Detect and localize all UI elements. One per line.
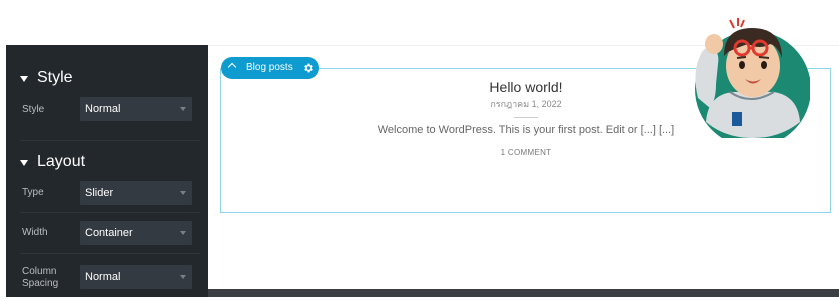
divider	[20, 140, 200, 141]
type-row: Type Slider	[6, 180, 208, 220]
spacing-row: Column Spacing Normal	[6, 260, 208, 300]
footer-bar	[208, 289, 839, 297]
width-row: Width Container	[6, 220, 208, 260]
type-select[interactable]: Slider	[80, 181, 192, 205]
post-divider	[514, 117, 538, 118]
caret-down-icon	[20, 75, 28, 82]
chevron-up-icon[interactable]	[227, 62, 237, 72]
style-row: Style Normal	[6, 96, 208, 136]
divider	[20, 253, 200, 254]
dropdown-arrow-icon	[180, 231, 186, 235]
dropdown-arrow-icon	[180, 275, 186, 279]
width-select-value: Container	[85, 227, 133, 239]
style-section-header[interactable]: Style	[20, 69, 73, 87]
column-spacing-select[interactable]: Normal	[80, 265, 192, 289]
post-excerpt: Welcome to WordPress. This is your first…	[377, 124, 675, 136]
width-select[interactable]: Container	[80, 221, 192, 245]
blog-posts-tag-label: Blog posts	[246, 62, 293, 73]
style-select[interactable]: Normal	[80, 97, 192, 121]
column-spacing-label: Column Spacing	[22, 266, 59, 289]
dropdown-arrow-icon	[180, 191, 186, 195]
dropdown-arrow-icon	[180, 107, 186, 111]
style-select-value: Normal	[85, 103, 121, 115]
style-section-title: Style	[37, 69, 73, 86]
style-label: Style	[22, 104, 45, 115]
post-title[interactable]: Hello world!	[460, 79, 592, 95]
type-select-value: Slider	[85, 187, 114, 199]
post-date: กรกฎาคม 1, 2022	[490, 99, 562, 109]
divider	[20, 212, 200, 213]
gear-icon[interactable]	[302, 62, 314, 74]
post-comments-link[interactable]: 1 COMMENT	[460, 148, 592, 157]
blog-posts-tag[interactable]: Blog posts	[221, 57, 319, 79]
width-label: Width	[22, 227, 48, 238]
layout-section-header[interactable]: Layout	[20, 153, 85, 171]
column-spacing-select-value: Normal	[85, 271, 121, 283]
caret-down-icon	[20, 159, 28, 166]
type-label: Type	[22, 187, 44, 198]
layout-section-title: Layout	[37, 153, 86, 170]
cartoon-avatar	[695, 18, 810, 138]
settings-panel: Style Style Normal Layout Type Slider Wi…	[6, 45, 208, 297]
